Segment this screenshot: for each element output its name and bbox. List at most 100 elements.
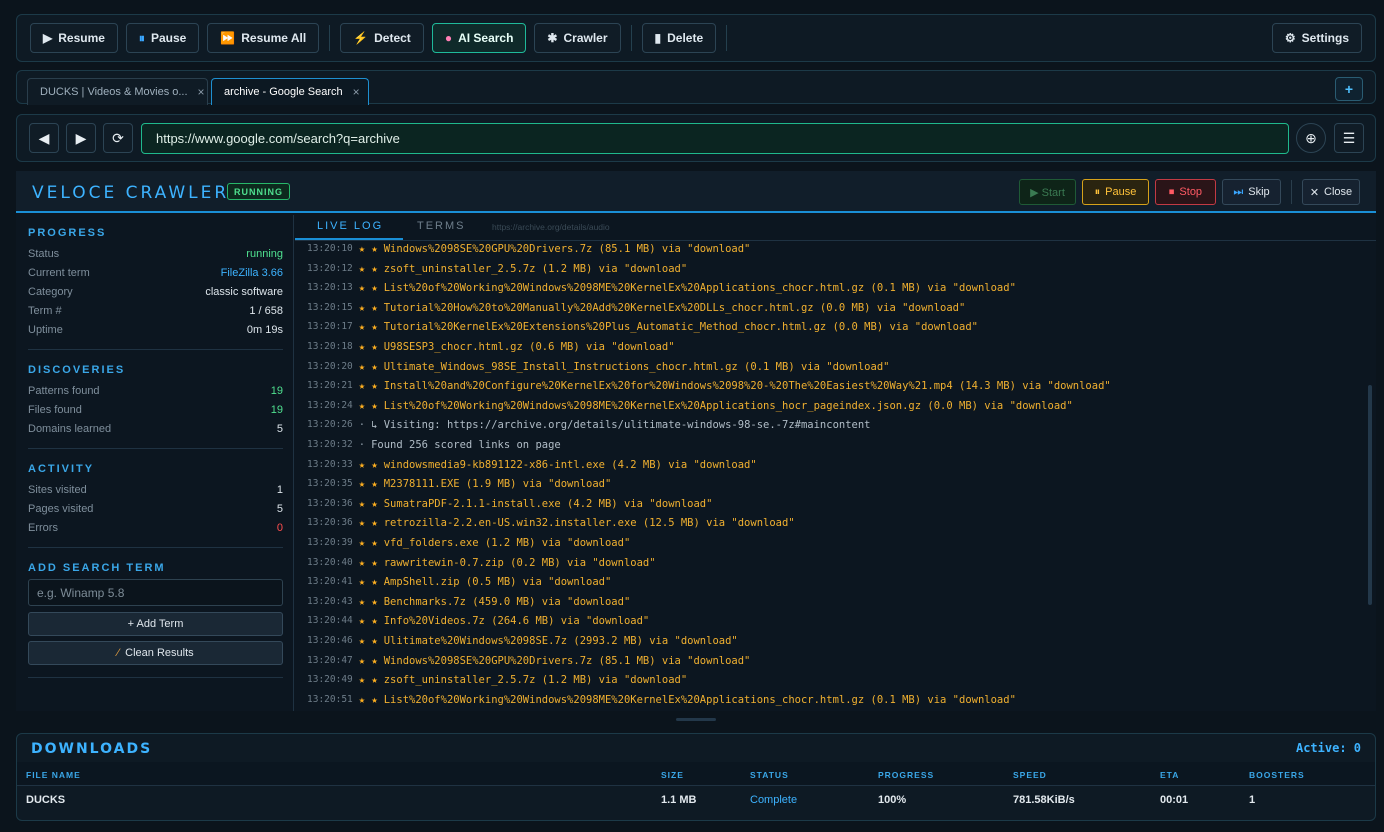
log-message: AmpShell.zip (0.5 MB) via "download": [383, 576, 612, 589]
browser-tab[interactable]: DUCKS | Videos & Movies o... ×: [27, 78, 208, 105]
crawler-pause-button[interactable]: ⏸ Pause: [1082, 179, 1149, 205]
log-message: windowsmedia9-kb891122-x86-intl.exe (4.2…: [383, 458, 757, 471]
forward-button[interactable]: ▶: [66, 123, 96, 153]
new-tab-button[interactable]: +: [1335, 77, 1363, 101]
pause-button[interactable]: ⏸ Pause: [125, 23, 200, 53]
file-name-cell: DUCKS: [26, 794, 66, 806]
log-line: 13:20:10 ★ ★ Windows%2098SE%20GPU%20Driver…: [307, 243, 750, 255]
detect-button[interactable]: ⚡ Detect: [340, 23, 424, 53]
log-message: rawwritewin-0.7.zip (0.2 MB) via "downlo…: [383, 556, 656, 569]
log-message: M2378111.EXE (1.9 MB) via "download": [383, 478, 612, 491]
stat-row: Pages visited 5: [28, 503, 283, 515]
log-line: 13:20:35 ★ ★ M2378111.EXE (1.9 MB) via "do…: [307, 478, 611, 490]
star-icon: ★ ★: [358, 360, 378, 373]
log-timestamp: 13:20:24: [307, 399, 353, 411]
stop-button[interactable]: ⏹ Stop: [1155, 179, 1216, 205]
clean-results-button[interactable]: ⁄ Clean Results: [28, 641, 283, 665]
log-line: 13:20:26 · ↳ Visiting: https://archive.org…: [307, 419, 871, 431]
tab-terms[interactable]: TERMS: [417, 220, 466, 232]
log-line: 13:20:36 ★ ★ SumatraPDF-2.1.1-install.exe …: [307, 498, 712, 510]
log-line: 13:20:36 ★ ★ retrozilla-2.2.en-US.win32.in…: [307, 517, 795, 529]
log-line: 13:20:15 ★ ★ Tutorial%20How%20to%20Manuall…: [307, 302, 965, 314]
log-message: U98SESP3_chocr.html.gz (0.6 MB) via "dow…: [383, 341, 675, 353]
crawler-title: VELOCE CRAWLER: [32, 183, 230, 203]
current-url-hint: https://archive.org/details/audio: [492, 222, 610, 232]
stat-row: Uptime 0m 19s: [28, 324, 283, 336]
crawler-panel: VELOCE CRAWLER RUNNING ▶ Start ⏸ Pause ⏹ S…: [16, 171, 1376, 711]
back-button[interactable]: ◀: [29, 123, 59, 153]
close-icon[interactable]: ×: [353, 85, 360, 99]
resume-button[interactable]: ▶ Resume: [30, 23, 118, 53]
settings-button[interactable]: ⚙ Settings: [1271, 23, 1362, 53]
log-message: Benchmarks.7z (459.0 MB) via "download": [383, 595, 631, 608]
star-icon: ★ ★: [358, 341, 378, 353]
menu-button[interactable]: ☰: [1334, 123, 1364, 153]
skip-button[interactable]: ⏭ Skip: [1222, 179, 1281, 205]
log-line: 13:20:20 ★ ★ Ultimate_Windows_98SE_Install…: [307, 361, 889, 373]
header-divider: [1291, 180, 1292, 204]
toolbar-divider: [726, 25, 728, 51]
log-message: Windows%2098SE%20GPU%20Drivers.7z (85.1 …: [383, 654, 751, 667]
log-message: vfd_folders.exe (1.2 MB) via "download": [383, 537, 631, 549]
log-line: 13:20:18 ★ ★ U98SESP3_chocr.html.gz (0.6 M…: [307, 341, 675, 353]
star-icon: ★ ★: [358, 458, 378, 471]
divider: [28, 448, 283, 449]
log-timestamp: 13:20:40: [307, 556, 353, 568]
start-button[interactable]: ▶ Start: [1019, 179, 1076, 205]
bullet-icon: ·: [358, 419, 366, 432]
star-icon: ★ ★: [358, 262, 378, 275]
trash-icon: ▮: [654, 31, 662, 45]
log-message: Install%20and%20Configure%20KernelEx%20f…: [383, 380, 1111, 393]
stat-row: Term #1 / 658: [28, 305, 283, 317]
fast-forward-icon: ⏩: [220, 31, 236, 45]
search-term-input[interactable]: e.g. Winamp 5.8: [28, 579, 283, 606]
column-header: BOOSTERS: [1249, 770, 1305, 780]
star-icon: ★ ★: [358, 321, 378, 334]
pause-icon: ⏸: [138, 30, 145, 45]
active-tab-indicator: [295, 238, 403, 240]
crawler-header: VELOCE CRAWLER RUNNING ▶ Start ⏸ Pause ⏹ S…: [16, 171, 1376, 213]
star-icon: ★ ★: [358, 635, 378, 647]
log-line: 13:20:17 ★ ★ Tutorial%20KernelEx%20Extensi…: [307, 321, 978, 333]
broom-icon: ⁄: [117, 647, 120, 659]
log-message: List%20of%20Working%20Windows%2098ME%20K…: [383, 399, 1073, 412]
reload-button[interactable]: ⟳: [103, 123, 133, 153]
log-scrollbar[interactable]: [1368, 385, 1372, 605]
star-icon: ★ ★: [358, 674, 378, 687]
log-timestamp: 13:20:26: [307, 419, 353, 431]
globe-button[interactable]: ⊕: [1296, 123, 1326, 153]
log-timestamp: 13:20:39: [307, 537, 353, 548]
delete-button[interactable]: ▮ Delete: [641, 23, 717, 53]
menu-icon: ☰: [1342, 129, 1356, 146]
crawler-button[interactable]: ✱ Crawler: [534, 23, 621, 53]
log-message: List%20of%20Working%20Windows%2098ME%20K…: [383, 693, 1016, 706]
column-header: ETA: [1160, 770, 1180, 780]
tab-live-log[interactable]: LIVE LOG: [317, 220, 383, 232]
star-icon: ★ ★: [358, 556, 378, 569]
downloads-table-header: FILE NAME SIZE STATUS PROGRESS SPEED ETA…: [17, 762, 1375, 786]
log-line: 13:20:39 ★ ★ vfd_folders.exe (1.2 MB) via …: [307, 537, 630, 549]
browser-tab-active[interactable]: archive - Google Search ×: [211, 78, 369, 105]
activity-heading: ACTIVITY: [28, 463, 95, 475]
log-message: SumatraPDF-2.1.1-install.exe (4.2 MB) vi…: [383, 497, 713, 510]
log-timestamp: 13:20:32: [307, 439, 353, 450]
url-input[interactable]: https://www.google.com/search?q=archive: [141, 123, 1289, 154]
log-timestamp: 13:20:12: [307, 262, 353, 274]
resize-handle[interactable]: [676, 718, 716, 721]
log-line: 13:20:33 ★ ★ windowsmedia9-kb891122-x86-in…: [307, 459, 757, 471]
add-term-button[interactable]: + Add Term: [28, 612, 283, 636]
crawler-close-button[interactable]: ✕ Close: [1302, 179, 1360, 205]
star-icon: ★ ★: [358, 478, 378, 491]
downloads-title: DOWNLOADS: [31, 741, 153, 757]
column-header: PROGRESS: [878, 770, 935, 780]
ai-search-button[interactable]: ● AI Search: [431, 23, 527, 53]
divider: [28, 677, 283, 678]
resume-all-button[interactable]: ⏩ Resume All: [207, 23, 320, 53]
forward-arrow-icon: ▶: [75, 129, 87, 146]
toolbar-divider: [329, 25, 331, 51]
log-timestamp: 13:20:44: [307, 615, 353, 627]
spider-icon: ✱: [547, 31, 558, 45]
add-term-heading: ADD SEARCH TERM: [28, 562, 166, 574]
close-icon[interactable]: ×: [198, 85, 205, 99]
star-icon: ★ ★: [358, 399, 378, 412]
